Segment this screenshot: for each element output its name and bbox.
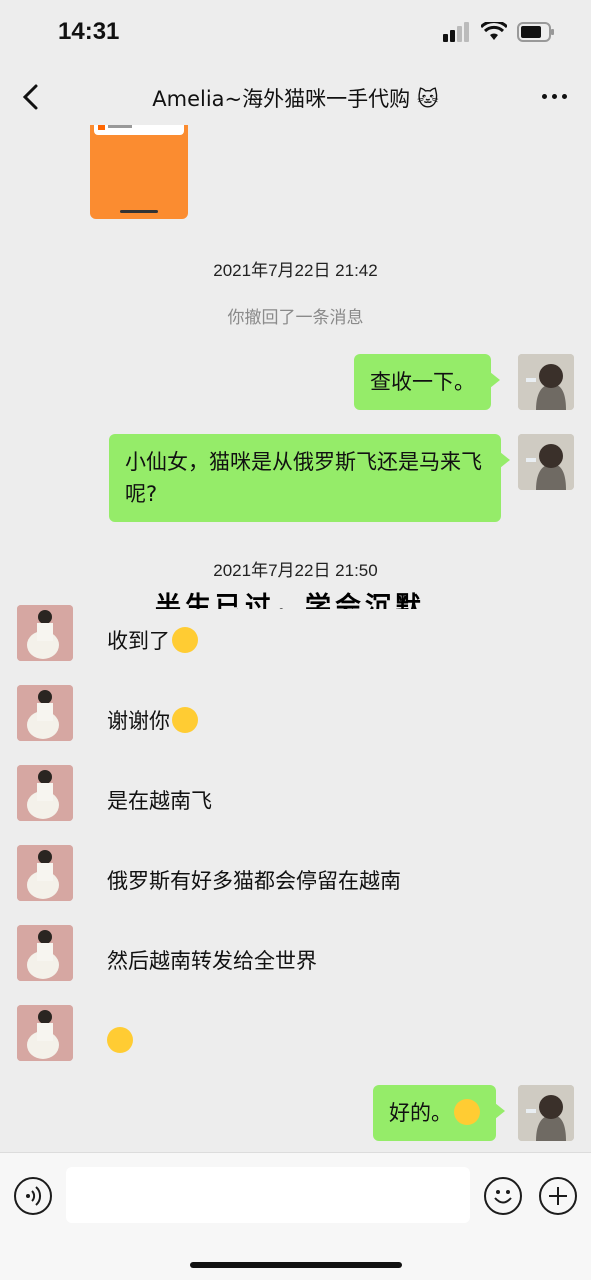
my-avatar[interactable] — [518, 354, 574, 410]
message-text: 然后越南转发给全世界 — [107, 949, 317, 973]
home-indicator — [190, 1262, 402, 1268]
overlay-caption: 半生已过，学会沉默 — [155, 592, 426, 609]
message-text: 谢谢你 — [107, 709, 170, 733]
message-text: 俄罗斯有好多猫都会停留在越南 — [107, 869, 401, 893]
chat-bubble[interactable]: 然后越南转发给全世界 — [107, 933, 333, 989]
message-text: 是在越南飞 — [107, 789, 212, 813]
cellular-signal-icon — [443, 22, 469, 42]
message-text: 收到了 — [107, 629, 170, 653]
more-options-icon[interactable] — [542, 94, 567, 99]
plus-icon — [549, 1187, 567, 1205]
more-actions-button[interactable] — [539, 1177, 577, 1215]
chat-bubble[interactable]: 查收一下。 — [354, 354, 500, 410]
message-input[interactable] — [66, 1167, 470, 1223]
contact-avatar[interactable] — [17, 685, 73, 741]
emoji-button[interactable] — [484, 1177, 522, 1215]
thinking-emoji — [107, 1027, 133, 1053]
wifi-icon — [481, 22, 507, 40]
grin-emoji — [172, 707, 198, 733]
chat-bubble[interactable] — [107, 1013, 149, 1069]
battery-icon — [517, 22, 554, 42]
my-avatar[interactable] — [518, 1085, 574, 1141]
contact-avatar[interactable] — [17, 605, 73, 661]
chat-header: Amelia~海外猫咪一手代购 🐱 — [0, 70, 591, 125]
status-icons — [443, 22, 555, 42]
contact-avatar[interactable] — [17, 765, 73, 821]
message-timestamp: 2021年7月22日 21:42 — [213, 261, 378, 280]
contact-avatar[interactable] — [17, 925, 73, 981]
message-input-bar — [0, 1152, 591, 1280]
chat-message-list[interactable]: 2021年7月22日 21:42 你撤回了一条消息 查收一下。 小仙女，猫咪是从… — [0, 125, 591, 1152]
status-bar: 14:31 — [0, 0, 591, 70]
smiley-icon — [494, 1190, 512, 1204]
voice-input-button[interactable] — [14, 1177, 52, 1215]
contact-avatar[interactable] — [17, 1005, 73, 1061]
chat-bubble[interactable]: 收到了 — [107, 613, 214, 669]
message-timestamp: 2021年7月22日 21:50 — [213, 561, 378, 580]
chat-bubble[interactable]: 谢谢你 — [107, 693, 214, 749]
my-avatar[interactable] — [518, 434, 574, 490]
message-text: 查收一下。 — [370, 370, 475, 394]
heart-eyes-emoji — [172, 627, 198, 653]
chat-bubble[interactable]: 好的。 — [373, 1085, 505, 1141]
message-text: 小仙女，猫咪是从俄罗斯飞还是马来飞呢? — [125, 450, 482, 506]
ok-hand-emoji — [454, 1099, 480, 1125]
image-message[interactable] — [90, 125, 188, 219]
chat-bubble[interactable]: 小仙女，猫咪是从俄罗斯飞还是马来飞呢? — [109, 434, 510, 522]
message-text: 好的。 — [389, 1101, 452, 1125]
voice-icon — [26, 1186, 42, 1206]
recalled-message-note: 你撤回了一条消息 — [227, 308, 364, 328]
chat-bubble[interactable]: 是在越南飞 — [107, 773, 228, 829]
contact-avatar[interactable] — [17, 845, 73, 901]
status-time: 14:31 — [58, 18, 120, 45]
chat-bubble[interactable]: 俄罗斯有好多猫都会停留在越南 — [107, 853, 417, 909]
chat-title: Amelia~海外猫咪一手代购 🐱 — [152, 87, 439, 111]
